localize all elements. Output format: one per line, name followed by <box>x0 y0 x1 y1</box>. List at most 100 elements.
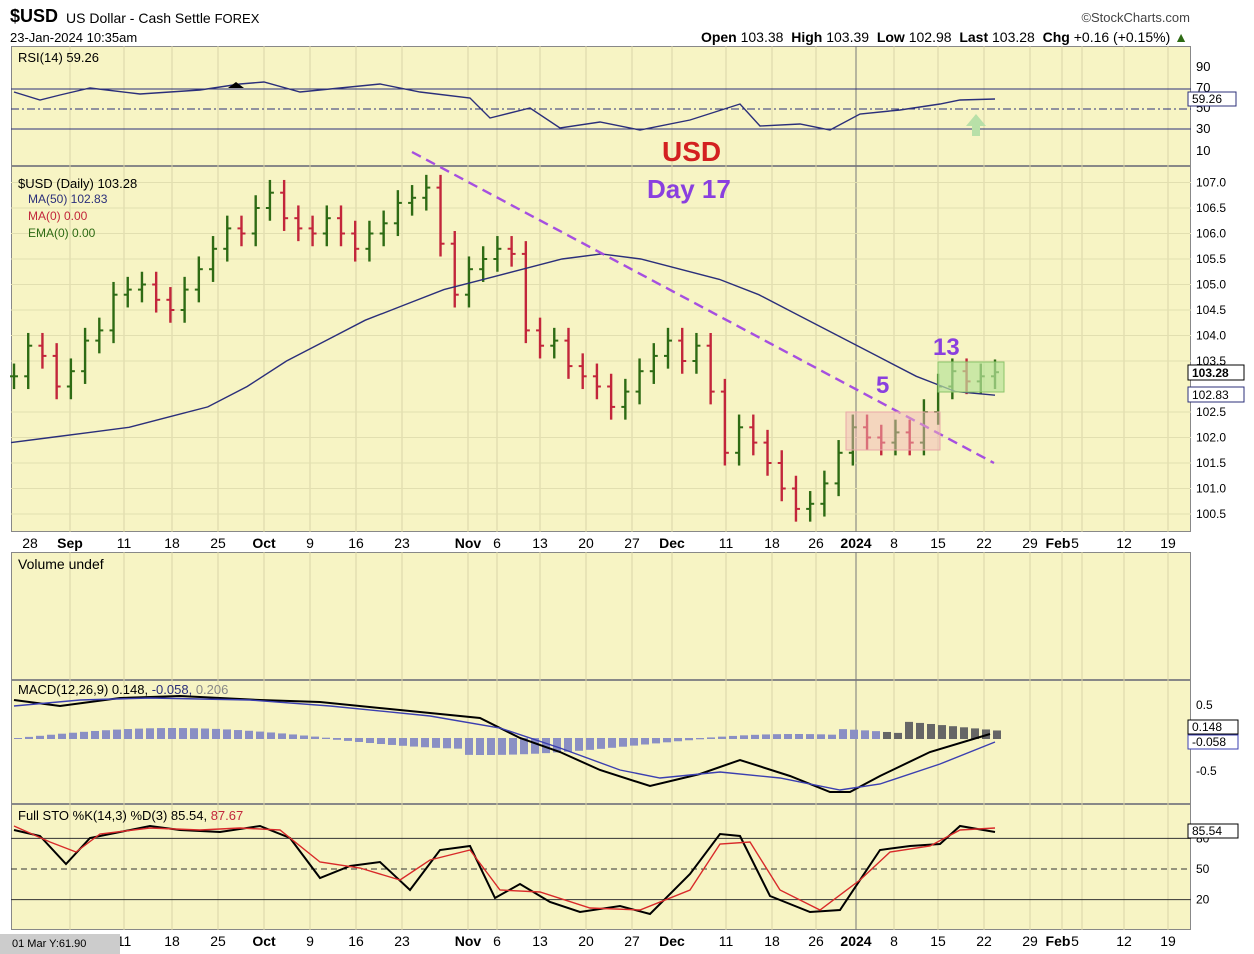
date-tick: 20 <box>578 535 594 551</box>
macd-histogram-bar <box>399 738 407 746</box>
macd-histogram-bar <box>146 728 154 739</box>
price-legend-main: $USD (Daily) 103.28 <box>18 176 138 191</box>
macd-histogram-bar <box>806 734 814 739</box>
date-tick-bottom: 11 <box>719 933 734 949</box>
rsi-up-arrow <box>966 114 986 136</box>
macd-histogram-bar <box>256 731 264 739</box>
date-tick-bottom: 16 <box>348 933 364 949</box>
macd-histogram-bar <box>729 735 737 739</box>
macd-histogram-bar <box>289 734 297 739</box>
rsi-tick: 90 <box>1196 59 1210 74</box>
macd-histogram-bar <box>14 738 22 739</box>
macd-histogram-bar <box>608 738 616 748</box>
last-price-tag: 103.28 <box>1192 366 1229 380</box>
date-tick: 6 <box>493 535 501 551</box>
macd-histogram-bar <box>421 738 429 748</box>
macd-histogram-bar <box>245 730 253 739</box>
macd-histogram-bar <box>707 737 715 739</box>
date-tick: Sep <box>57 535 83 551</box>
macd-histogram-bar <box>993 730 1001 739</box>
macd-tick: -0.5 <box>1196 764 1217 778</box>
macd-histogram-bar <box>597 738 605 749</box>
price-tick: 101.5 <box>1196 456 1226 470</box>
date-tick: 11 <box>719 535 734 551</box>
date-tick: 22 <box>976 535 992 551</box>
macd-histogram-bar <box>927 723 935 739</box>
macd-histogram-bar <box>960 727 968 739</box>
macd-histogram-bar <box>575 738 583 751</box>
macd-histogram-bar <box>25 736 33 739</box>
macd-histogram-bar <box>157 728 165 739</box>
date-tick-bottom: 18 <box>764 933 780 949</box>
date-tick: 12 <box>1116 535 1132 551</box>
macd-histogram-bar <box>465 738 473 755</box>
date-tick-bottom: Feb <box>1046 933 1071 949</box>
macd-histogram-bar <box>223 729 231 739</box>
macd-histogram-bar <box>322 737 330 739</box>
rsi-label: RSI(14) 59.26 <box>18 50 99 65</box>
macd-histogram-bar <box>135 728 143 739</box>
price-tick: 106.0 <box>1196 227 1226 241</box>
macd-histogram-bar <box>828 734 836 739</box>
date-tick: Nov <box>455 535 482 551</box>
price-tick: 100.5 <box>1196 507 1226 521</box>
date-tick-bottom: 20 <box>578 933 594 949</box>
macd-histogram-bar <box>718 736 726 739</box>
macd-histogram-bar <box>619 738 627 747</box>
date-tick: Dec <box>659 535 685 551</box>
date-tick: 13 <box>532 535 548 551</box>
macd-histogram-bar <box>300 735 308 739</box>
price-tick: 102.0 <box>1196 431 1226 445</box>
macd-histogram-bar <box>652 738 660 744</box>
macd-histogram-bar <box>817 734 825 739</box>
consolidation-box-13 <box>937 361 1005 393</box>
date-tick-bottom: 13 <box>532 933 548 949</box>
macd-histogram-bar <box>36 735 44 739</box>
macd-histogram-bar <box>344 738 352 741</box>
date-tick-bottom: 22 <box>976 933 992 949</box>
date-tick: 11 <box>117 535 132 551</box>
macd-histogram-bar <box>861 730 869 739</box>
date-tick: 29 <box>1022 535 1038 551</box>
price-tick: 104.0 <box>1196 329 1226 343</box>
macd-histogram-bar <box>179 728 187 739</box>
macd-histogram-bar <box>487 738 495 755</box>
date-tick-bottom: Oct <box>252 933 276 949</box>
macd-histogram-bar <box>762 734 770 739</box>
macd-histogram-bar <box>663 738 671 743</box>
date-tick-bottom: 8 <box>890 933 898 949</box>
date-tick: 23 <box>394 535 410 551</box>
sto-tick: 20 <box>1196 893 1210 907</box>
rsi-tick: 30 <box>1196 121 1210 136</box>
macd-histogram-bar <box>201 728 209 739</box>
macd-histogram-bar <box>586 738 594 750</box>
macd-histogram-bar <box>773 734 781 739</box>
date-tick: 28 <box>22 535 38 551</box>
macd-tag: 0.148 <box>1192 720 1222 734</box>
price-legend-ema0: EMA(0) 0.00 <box>28 226 96 240</box>
macd-histogram-bar <box>685 738 693 741</box>
macd-histogram-bar <box>432 738 440 748</box>
macd-histogram-bar <box>949 726 957 739</box>
macd-histogram-bar <box>784 734 792 739</box>
macd-histogram-bar <box>212 728 220 739</box>
wave-5-annotation: 5 <box>876 372 890 399</box>
macd-histogram-bar <box>938 725 946 739</box>
date-tick-bottom: 9 <box>306 933 314 949</box>
date-tick: 19 <box>1160 535 1176 551</box>
macd-signal-tag: -0.058 <box>1192 735 1226 749</box>
date-tick: 15 <box>930 535 946 551</box>
price-tick: 107.0 <box>1196 176 1226 190</box>
macd-histogram-bar <box>366 738 374 744</box>
price-legend-ma0: MA(0) 0.00 <box>28 209 88 223</box>
macd-histogram-bar <box>377 738 385 745</box>
date-tick-bottom: Dec <box>659 933 685 949</box>
macd-histogram-bar <box>410 738 418 747</box>
macd-histogram-bar <box>751 734 759 739</box>
macd-histogram-bar <box>234 730 242 739</box>
macd-histogram-bar <box>740 735 748 739</box>
price-legend-ma50: MA(50) 102.83 <box>28 192 108 206</box>
date-tick: 18 <box>764 535 780 551</box>
date-tick-bottom: 19 <box>1160 933 1176 949</box>
macd-histogram-bar <box>91 730 99 739</box>
